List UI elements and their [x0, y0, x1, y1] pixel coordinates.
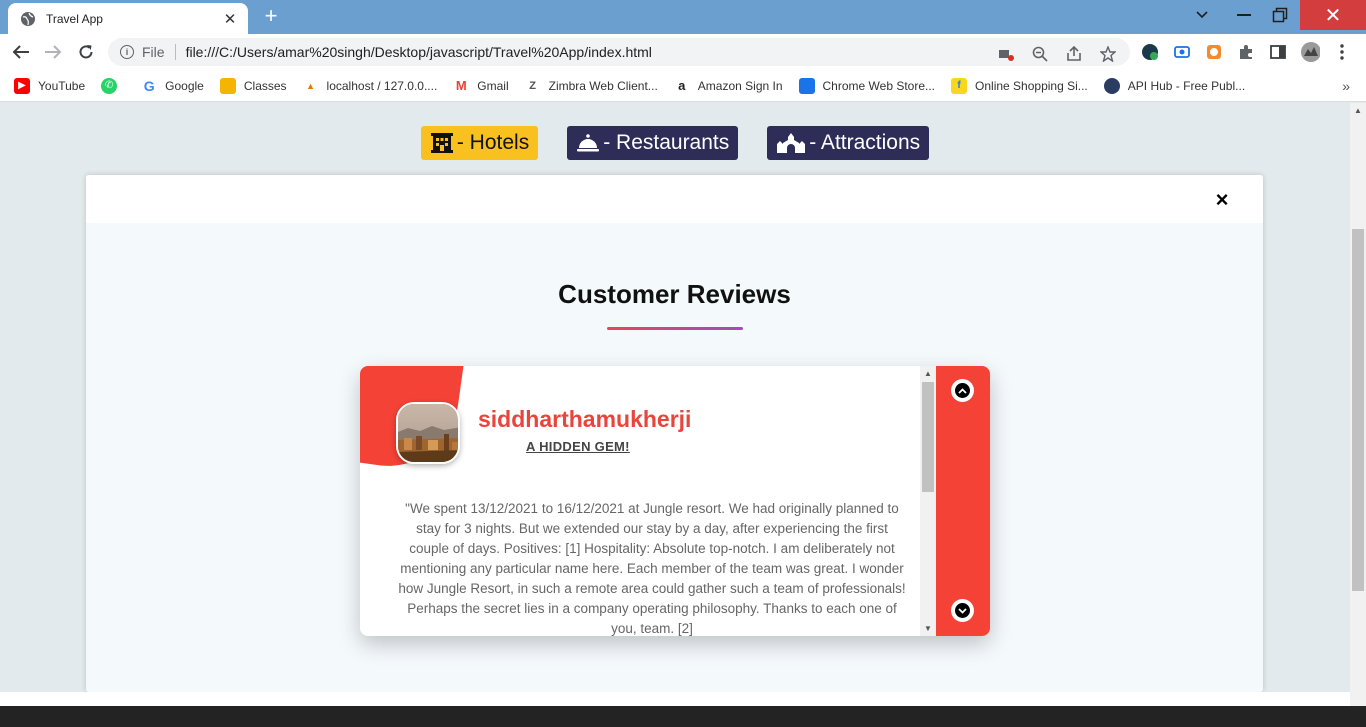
forward-arrow-icon[interactable]	[41, 40, 65, 64]
extensions-puzzle-icon[interactable]	[1236, 42, 1256, 62]
previous-review-button[interactable]	[951, 379, 974, 402]
bookmark-item[interactable]: Z Zimbra Web Client...	[525, 78, 658, 94]
restore-button[interactable]	[1258, 0, 1302, 30]
bookmark-item[interactable]: ✆	[101, 77, 125, 94]
window-close-button[interactable]: ✕	[1300, 0, 1366, 30]
url-scheme: File	[142, 44, 165, 60]
review-scroll-thumb[interactable]	[922, 382, 934, 492]
amazon-icon: a	[678, 78, 686, 93]
category-restaurants-button[interactable]: - Restaurants	[567, 126, 739, 160]
google-icon: G	[143, 77, 155, 94]
back-arrow-icon[interactable]	[9, 40, 33, 64]
reviews-heading: Customer Reviews	[558, 279, 791, 309]
reload-icon[interactable]	[74, 40, 98, 64]
next-review-button[interactable]	[951, 599, 974, 622]
phpmyadmin-icon: ▲	[306, 80, 315, 91]
bookmark-item[interactable]: G Google	[141, 78, 204, 94]
category-restaurants-label: - Restaurants	[603, 131, 730, 154]
bookmark-item[interactable]: ▶ YouTube	[14, 77, 85, 94]
browser-tab[interactable]: Travel App ✕	[8, 3, 248, 34]
bookmarks-bar: ▶ YouTube ✆ G Google Classes ▲ localhost…	[0, 70, 1366, 102]
address-bar[interactable]: i File file:///C:/Users/amar%20singh/Des…	[108, 38, 1130, 66]
page-scroll-thumb[interactable]	[1352, 229, 1364, 591]
youtube-icon: ▶	[14, 77, 30, 94]
bookmark-item[interactable]: a Amazon Sign In	[674, 78, 782, 94]
reviews-modal: × Customer Reviews siddharthamukherji A …	[86, 175, 1263, 692]
chevron-down-icon	[955, 603, 970, 618]
review-title: A HIDDEN GEM!	[526, 439, 630, 454]
hotel-icon	[430, 133, 453, 153]
category-attractions-label: - Attractions	[809, 131, 921, 154]
site-info-icon[interactable]: i	[120, 45, 134, 59]
modal-close-button[interactable]: ×	[1209, 187, 1235, 213]
browser-menu-icon[interactable]	[1332, 42, 1352, 62]
modal-header: ×	[86, 175, 1263, 223]
bookmark-item[interactable]: ▲ localhost / 127.0.0....	[303, 78, 437, 94]
reviewer-username: siddharthamukherji	[478, 406, 692, 432]
tab-search-chevron-icon[interactable]	[1180, 0, 1224, 30]
modal-body: Customer Reviews siddharthamukherji A HI…	[86, 223, 1263, 692]
url-text[interactable]: file:///C:/Users/amar%20singh/Desktop/ja…	[186, 44, 652, 60]
heading-underline	[607, 327, 743, 330]
bookmark-item[interactable]: f Online Shopping Si...	[951, 77, 1088, 94]
category-nav: - Hotels - Restaurants - Attractions	[0, 126, 1350, 160]
zoom-icon[interactable]	[1030, 44, 1050, 64]
review-text: "We spent 13/12/2021 to 16/12/2021 at Ju…	[398, 501, 906, 636]
extension-screen-icon[interactable]	[1172, 42, 1192, 62]
extension-globe-icon[interactable]	[1140, 42, 1160, 62]
share-icon[interactable]	[1064, 44, 1084, 64]
side-panel-icon[interactable]	[1268, 42, 1288, 62]
review-scrollbar[interactable]: ▲ ▼	[920, 366, 936, 636]
camera-blocked-icon[interactable]	[996, 44, 1016, 64]
page-scroll-up-icon[interactable]: ▲	[1350, 106, 1366, 115]
zimbra-icon: Z	[529, 79, 536, 92]
tab-title: Travel App	[46, 11, 103, 26]
classroom-icon	[219, 77, 236, 94]
apihub-icon	[1103, 77, 1120, 94]
category-hotels-button[interactable]: - Hotels	[420, 126, 539, 160]
browser-tab-strip: Travel App ✕ + ✕	[0, 0, 1366, 34]
tab-close-icon[interactable]: ✕	[222, 10, 238, 28]
attraction-icon	[777, 133, 806, 153]
restaurant-bell-icon	[577, 134, 600, 152]
bookmark-item[interactable]: Classes	[219, 77, 287, 94]
bookmark-item[interactable]: Chrome Web Store...	[798, 77, 935, 94]
reviewer-avatar	[396, 402, 460, 464]
review-nav-panel	[936, 366, 990, 636]
profile-avatar[interactable]	[1300, 42, 1320, 62]
bookmark-item[interactable]: API Hub - Free Publ...	[1103, 77, 1245, 94]
extension-orange-icon[interactable]	[1204, 42, 1224, 62]
page-bottom-strip	[0, 692, 1350, 706]
category-hotels-label: - Hotels	[456, 131, 530, 154]
bookmark-item[interactable]: M Gmail	[453, 78, 509, 94]
gmail-icon: M	[455, 78, 467, 93]
flipkart-icon: f	[951, 77, 968, 94]
chrome-webstore-icon	[798, 77, 815, 94]
chevron-up-icon	[955, 383, 970, 398]
category-attractions-button[interactable]: - Attractions	[767, 126, 930, 160]
page-viewport: - Hotels - Restaurants - Attractions × C…	[0, 103, 1350, 727]
review-card: siddharthamukherji A HIDDEN GEM! "We spe…	[360, 366, 990, 636]
whatsapp-icon: ✆	[101, 77, 118, 94]
bookmarks-overflow-icon[interactable]: »	[1342, 78, 1350, 94]
globe-icon	[21, 11, 35, 26]
browser-toolbar: i File file:///C:/Users/amar%20singh/Des…	[0, 34, 1366, 70]
page-scrollbar[interactable]: ▲	[1350, 103, 1366, 727]
bookmark-star-icon[interactable]	[1098, 44, 1118, 64]
scroll-down-arrow-icon[interactable]: ▼	[920, 624, 936, 633]
new-tab-button[interactable]: +	[260, 5, 282, 29]
scroll-up-arrow-icon[interactable]: ▲	[920, 369, 936, 378]
page-footer	[0, 706, 1366, 727]
